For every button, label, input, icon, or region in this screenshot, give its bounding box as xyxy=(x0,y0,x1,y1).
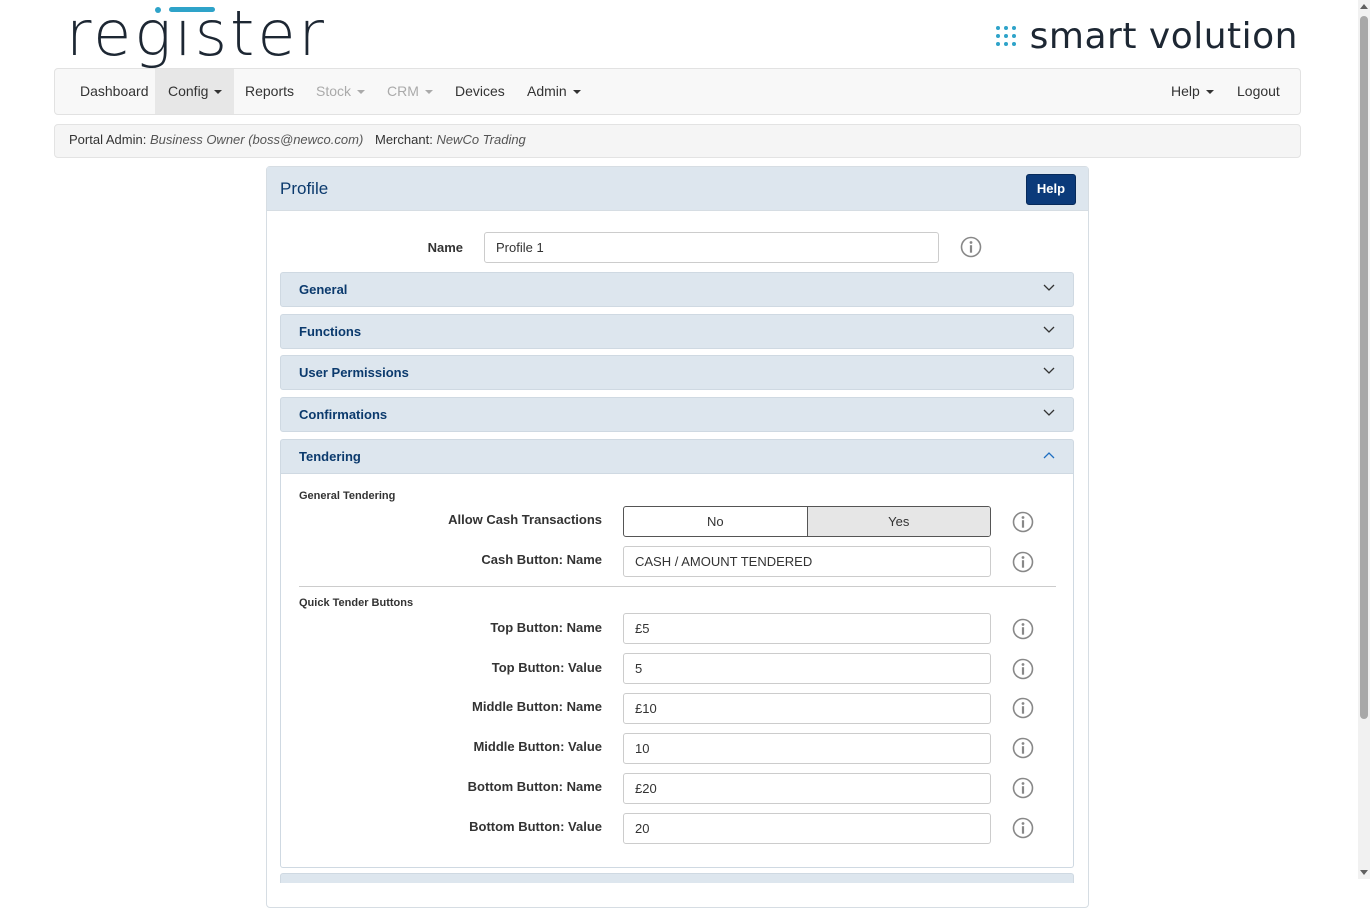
chevron-up-icon xyxy=(1043,452,1055,459)
top-button-value-input[interactable]: 5 xyxy=(623,653,991,684)
info-icon[interactable] xyxy=(1012,551,1034,573)
accordion-confirmations-title: Confirmations xyxy=(299,407,388,422)
info-icon[interactable] xyxy=(1012,777,1034,799)
dots-grid-icon xyxy=(995,26,1016,46)
middle-button-value-label: Middle Button: Value xyxy=(473,739,602,754)
chevron-down-icon xyxy=(1043,284,1055,291)
allow-cash-yes-option[interactable]: Yes xyxy=(806,507,990,536)
merchant-info: Merchant: NewCo Trading xyxy=(375,132,526,147)
quick-tender-heading: Quick Tender Buttons xyxy=(299,597,414,609)
bottom-button-value-label: Bottom Button: Value xyxy=(469,819,602,834)
section-divider xyxy=(299,586,1056,587)
info-icon[interactable] xyxy=(1012,817,1034,839)
accordion-general-title: General xyxy=(299,282,348,297)
smart-volution-logo-text: smart volution xyxy=(1029,15,1298,57)
top-button-value-label: Top Button: Value xyxy=(491,660,602,675)
nav-reports[interactable]: Reports xyxy=(232,69,307,114)
accordion-functions-title: Functions xyxy=(299,324,362,339)
accordion-confirmations[interactable]: Confirmations xyxy=(280,397,1074,432)
scroll-up-arrow-icon[interactable] xyxy=(1360,4,1368,9)
middle-button-value-input[interactable]: 10 xyxy=(623,733,991,764)
cash-button-name-input[interactable]: CASH / AMOUNT TENDERED xyxy=(623,546,991,577)
chevron-down-icon xyxy=(1043,326,1055,333)
nav-config[interactable]: Config xyxy=(155,69,235,114)
profile-name-input[interactable]: Profile 1 xyxy=(484,232,939,263)
caret-down-icon xyxy=(357,90,366,95)
top-button-name-input[interactable]: £5 xyxy=(623,613,991,644)
nav-crm[interactable]: CRM xyxy=(374,69,446,114)
profile-panel-header: Profile Help xyxy=(267,167,1088,211)
page-scrollbar[interactable] xyxy=(1358,0,1370,879)
bottom-button-value-input[interactable]: 20 xyxy=(623,813,991,844)
accordion-functions[interactable]: Functions xyxy=(280,314,1074,349)
info-icon[interactable] xyxy=(1012,511,1034,533)
chevron-down-icon xyxy=(1043,409,1055,416)
accordion-user-permissions[interactable]: User Permissions xyxy=(280,355,1074,390)
bottom-button-name-label: Bottom Button: Name xyxy=(467,779,602,794)
portal-admin-info: Portal Admin: Business Owner (boss@newco… xyxy=(69,132,364,147)
nav-dashboard[interactable]: Dashboard xyxy=(67,69,162,114)
info-icon[interactable] xyxy=(960,236,982,258)
smart-volution-logo: smart volution xyxy=(995,14,1298,58)
page-title: Profile xyxy=(280,179,329,198)
general-tendering-heading: General Tendering xyxy=(299,490,396,502)
accordion-general[interactable]: General xyxy=(280,272,1074,307)
caret-down-icon xyxy=(1205,90,1214,95)
bottom-button-name-input[interactable]: £20 xyxy=(623,773,991,804)
profile-panel: Profile Help Name Profile 1 General Func… xyxy=(266,166,1089,908)
top-button-name-label: Top Button: Name xyxy=(490,620,602,635)
tendering-section: General Tendering Allow Cash Transaction… xyxy=(280,474,1074,868)
main-navbar: Dashboard Config Reports Stock CRM Devic… xyxy=(54,68,1301,115)
middle-button-name-input[interactable]: £10 xyxy=(623,693,991,724)
session-info-bar: Portal Admin: Business Owner (boss@newco… xyxy=(54,124,1301,158)
info-icon[interactable] xyxy=(1012,737,1034,759)
allow-cash-toggle: No Yes xyxy=(623,506,991,537)
accordion-user-permissions-title: User Permissions xyxy=(299,365,409,380)
caret-down-icon xyxy=(424,90,433,95)
scroll-down-arrow-icon[interactable] xyxy=(1360,870,1368,875)
allow-cash-no-option[interactable]: No xyxy=(624,507,807,536)
chevron-down-icon xyxy=(1043,367,1055,374)
caret-down-icon xyxy=(214,90,223,95)
middle-button-name-label: Middle Button: Name xyxy=(472,699,602,714)
name-label: Name xyxy=(427,240,463,255)
caret-down-icon xyxy=(572,90,581,95)
register-logo: register xyxy=(66,2,327,66)
nav-help[interactable]: Help xyxy=(1158,69,1227,114)
info-icon[interactable] xyxy=(1012,618,1034,640)
help-button[interactable]: Help xyxy=(1026,174,1076,205)
register-logo-accent xyxy=(155,7,215,14)
cash-button-name-label: Cash Button: Name xyxy=(481,552,602,567)
scrollbar-thumb[interactable] xyxy=(1360,16,1368,719)
accordion-tendering-title: Tendering xyxy=(299,449,361,464)
accordion-next-partial[interactable] xyxy=(280,873,1074,883)
info-icon[interactable] xyxy=(1012,697,1034,719)
accordion-tendering[interactable]: Tendering xyxy=(280,439,1074,474)
nav-admin[interactable]: Admin xyxy=(514,69,594,114)
nav-logout[interactable]: Logout xyxy=(1224,69,1293,114)
nav-devices[interactable]: Devices xyxy=(442,69,518,114)
info-icon[interactable] xyxy=(1012,658,1034,680)
nav-stock[interactable]: Stock xyxy=(303,69,378,114)
allow-cash-label: Allow Cash Transactions xyxy=(448,512,602,527)
